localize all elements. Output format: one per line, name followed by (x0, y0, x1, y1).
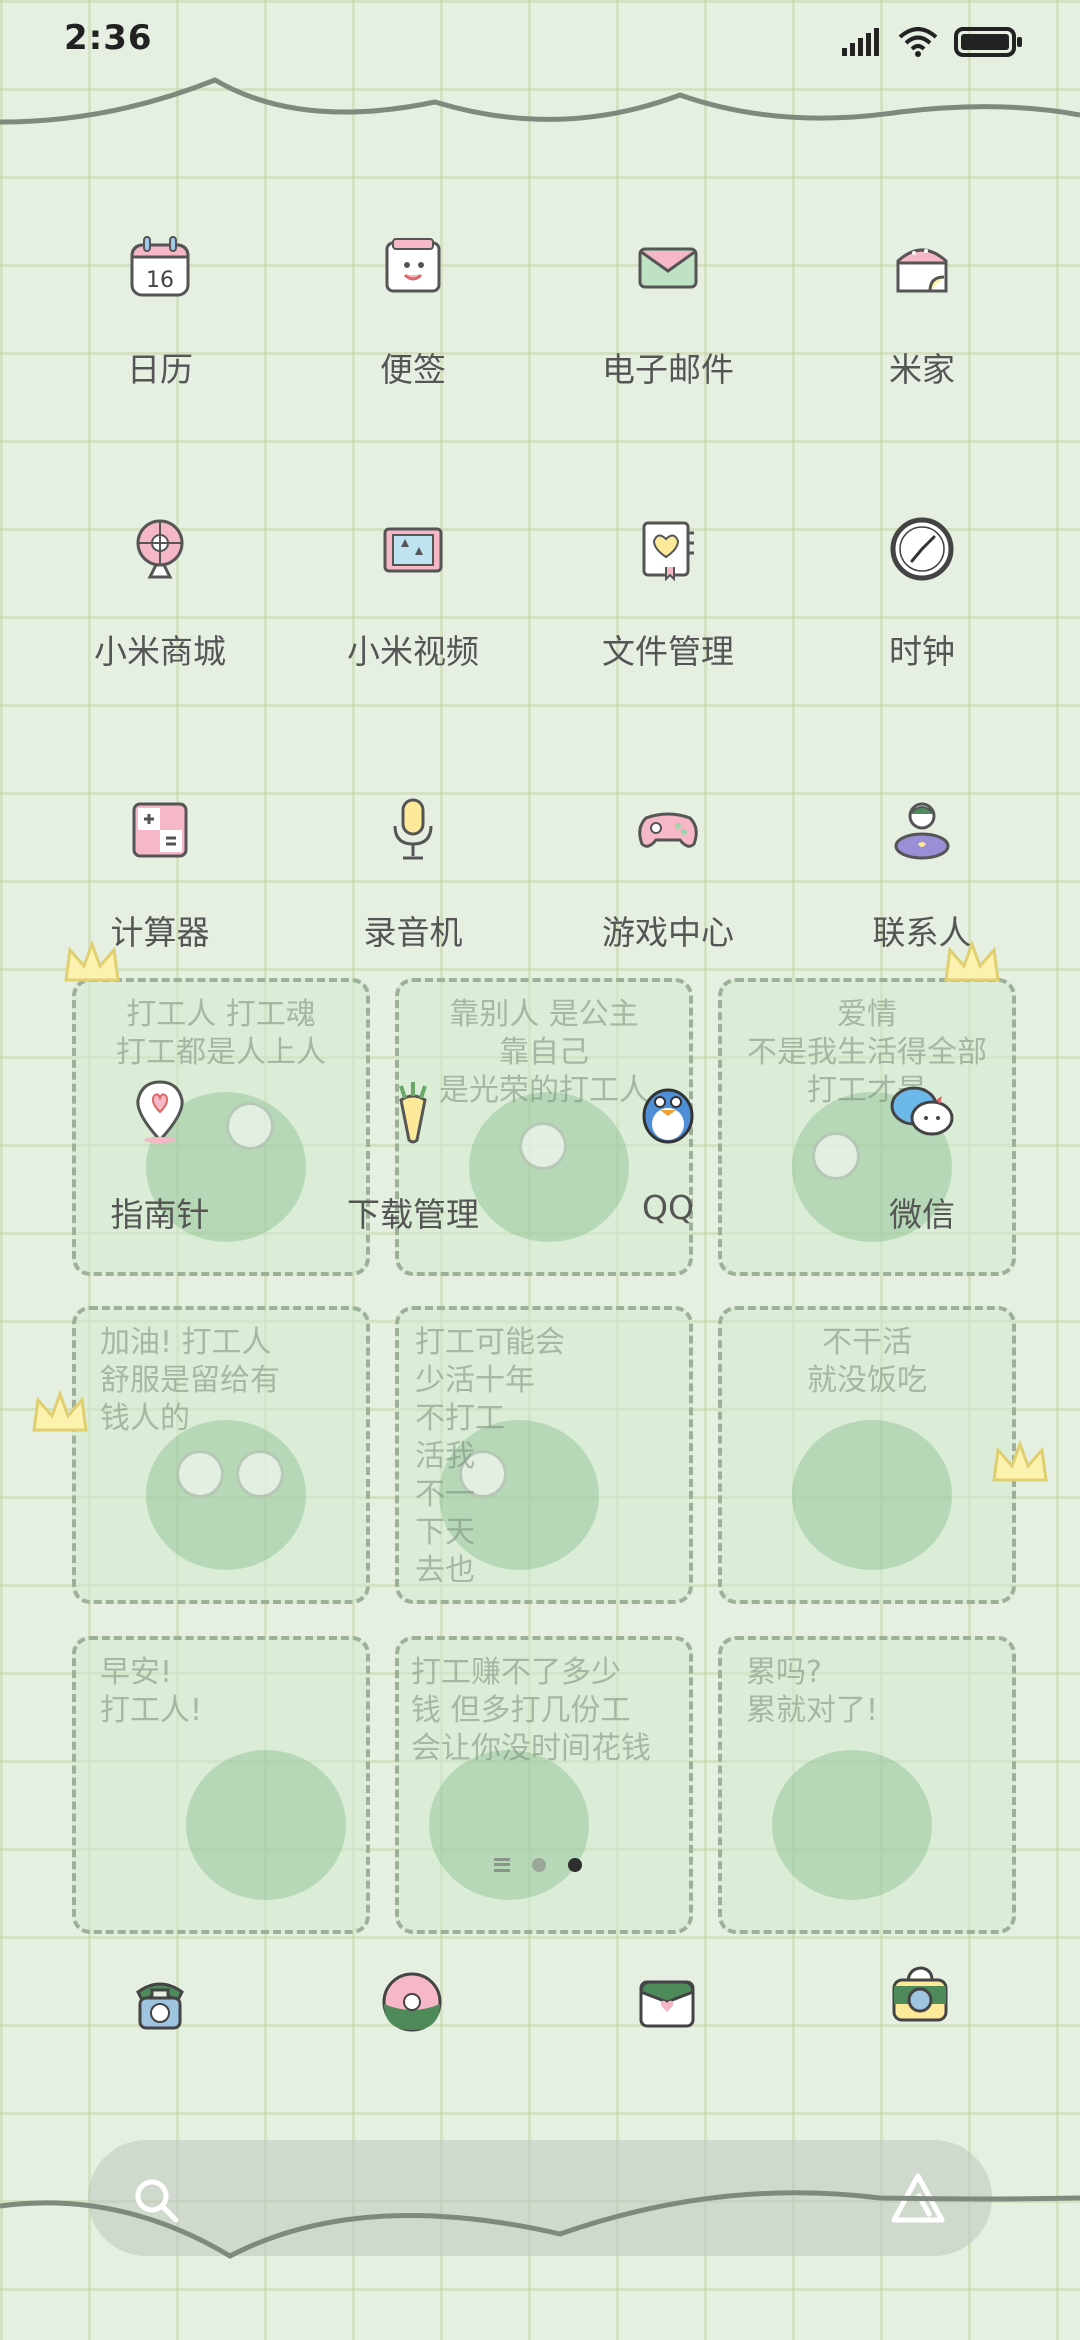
qq-icon (642, 1088, 694, 1144)
downloads-icon (399, 1082, 427, 1144)
app-calculator[interactable]: 计算器 (25, 778, 295, 978)
mi-store-icon (136, 519, 184, 579)
bottom-wave-decoration (0, 2190, 1080, 2259)
sticker-text: 累吗? 累就对了! (746, 1655, 879, 1728)
calculator-icon (132, 802, 188, 858)
app-calendar[interactable]: 16 日历 (25, 215, 295, 415)
contacts-icon (894, 802, 950, 860)
battery-icon (954, 27, 1022, 57)
app-label: 便签 (380, 350, 446, 389)
sticker-card: 加油! 打工人 舒服是留给有 钱人的 (72, 1306, 370, 1604)
app-label: 电子邮件 (602, 350, 734, 389)
app-label: 指南针 (110, 1195, 210, 1234)
app-contacts[interactable]: 联系人 (787, 778, 1057, 978)
camera-icon[interactable] (888, 1962, 952, 2026)
app-clock[interactable]: 时钟 (787, 497, 1057, 697)
sticker-text: 不干活 就没饭吃 (807, 1325, 927, 1398)
app-qq[interactable]: QQ (533, 1060, 803, 1260)
sticker-card: 累吗? 累就对了! (718, 1636, 1016, 1934)
app-mi-store[interactable]: 小米商城 (25, 497, 295, 697)
app-recorder[interactable]: 录音机 (278, 778, 548, 978)
sticker-text: 打工赚不了多少 钱 但多打几份工 会让你没时间花钱 (411, 1655, 651, 1766)
notes-icon (385, 238, 441, 293)
email-icon (638, 247, 698, 289)
app-label: 录音机 (363, 913, 463, 952)
app-label: 文件管理 (602, 632, 734, 671)
sticker-card: 打工赚不了多少 钱 但多打几份工 会让你没时间花钱 (395, 1636, 693, 1934)
status-time: 2:36 (64, 18, 153, 58)
app-downloads[interactable]: 下载管理 (278, 1060, 548, 1260)
sticker-card: 打工可能会 少活十年 不打工 活我 不一 下天 去也 (395, 1306, 693, 1604)
app-game-center[interactable]: 游戏中心 (533, 778, 803, 978)
app-compass[interactable]: 指南针 (25, 1060, 295, 1260)
app-label: 计算器 (110, 913, 210, 952)
app-mi-video[interactable]: 小米视频 (278, 497, 548, 697)
compass-icon (136, 1080, 184, 1143)
app-file-manager[interactable]: 文件管理 (533, 497, 803, 697)
app-label: 小米商城 (94, 632, 226, 671)
app-notes[interactable]: 便签 (278, 215, 548, 415)
page-indicator[interactable] (494, 1858, 582, 1872)
app-label: 微信 (889, 1195, 955, 1234)
crown-icon (992, 1440, 1048, 1482)
recorder-icon (393, 798, 433, 860)
mi-home-icon (896, 248, 948, 293)
crown-icon (32, 1390, 88, 1432)
signal-icon (842, 28, 879, 56)
calendar-icon: 16 (130, 236, 190, 297)
mi-video-icon (383, 527, 443, 573)
phone-icon[interactable] (128, 1970, 192, 2034)
browser-icon[interactable] (380, 1970, 444, 2034)
app-label: 联系人 (872, 913, 972, 952)
sticker-text: 打工可能会 少活十年 不打工 活我 不一 下天 去也 (415, 1325, 565, 1588)
list-view-indicator (494, 1858, 510, 1872)
sticker-text: 加油! 打工人 舒服是留给有 钱人的 (100, 1325, 280, 1436)
file-manager-icon (642, 521, 694, 581)
app-label: 日历 (127, 350, 193, 389)
page-dot (532, 1858, 546, 1872)
app-wechat[interactable]: 微信 (787, 1060, 1057, 1260)
app-label: QQ (642, 1188, 694, 1227)
game-center-icon (638, 812, 698, 848)
app-label: 小米视频 (347, 632, 479, 671)
svg-text:16: 16 (146, 268, 174, 293)
wifi-icon (898, 27, 938, 57)
app-label: 时钟 (889, 632, 955, 671)
app-email[interactable]: 电子邮件 (533, 215, 803, 415)
app-label: 游戏中心 (602, 913, 734, 952)
app-label: 下载管理 (347, 1195, 479, 1234)
page-dot-active (568, 1858, 582, 1872)
top-wave-decoration (0, 77, 1080, 125)
wechat-icon (890, 1086, 954, 1136)
messages-icon[interactable] (635, 1970, 699, 2034)
app-mi-home[interactable]: 米家 (787, 215, 1057, 415)
app-label: 米家 (889, 350, 955, 389)
sticker-text: 早安! 打工人! (100, 1655, 203, 1728)
clock-icon (890, 517, 954, 581)
sticker-card: 早安! 打工人! (72, 1636, 370, 1934)
sticker-card: 不干活 就没饭吃 (718, 1306, 1016, 1604)
